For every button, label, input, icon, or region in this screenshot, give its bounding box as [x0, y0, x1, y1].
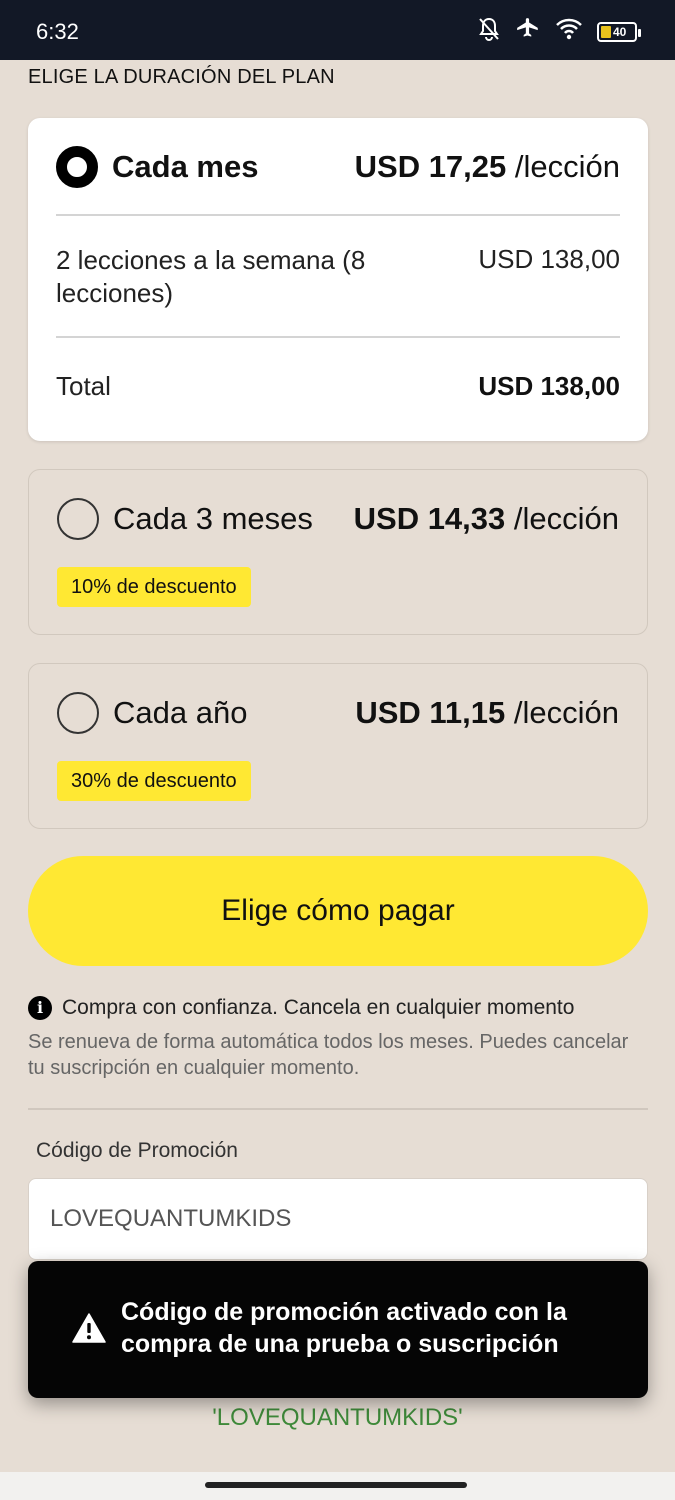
plan-detail-label: 2 lecciones a la semana (8 lecciones): [56, 245, 366, 308]
plan-price: USD 11,15 /lección: [355, 695, 619, 730]
battery-level: 40: [613, 24, 627, 39]
choose-payment-button[interactable]: Elige cómo pagar: [28, 856, 648, 966]
plan-card-yearly[interactable]: Cada año USD 11,15 /lección 30% de descu…: [28, 663, 648, 829]
plan-name: Cada mes: [112, 149, 259, 184]
plan-price: USD 17,25 /lección: [354, 149, 620, 184]
plan-card-monthly[interactable]: Cada mes USD 17,25 /lección 2 lecciones …: [28, 118, 648, 441]
warning-icon: [72, 1313, 106, 1348]
home-handle[interactable]: [205, 1482, 467, 1488]
total-value: USD 138,00: [478, 371, 620, 401]
section-title: ELIGE LA DURACIÓN DEL PLAN: [28, 66, 335, 88]
promo-code-input[interactable]: [28, 1178, 648, 1260]
navigation-bar: [0, 1472, 675, 1500]
status-bar: 6:32 40: [0, 0, 675, 60]
divider: [56, 336, 620, 338]
confidence-text: Compra con confianza. Cancela en cualqui…: [62, 996, 575, 1019]
applied-promo-code: 'LOVEQUANTUMKIDS': [212, 1404, 463, 1431]
discount-badge: 10% de descuento: [57, 567, 251, 607]
wifi-icon: [555, 17, 583, 46]
total-label: Total: [56, 371, 111, 401]
divider: [56, 214, 620, 216]
confidence-info: i Compra con confianza. Cancela en cualq…: [28, 996, 574, 1020]
discount-badge: 30% de descuento: [57, 761, 251, 801]
status-icons: 40: [477, 16, 641, 47]
plan-card-quarterly[interactable]: Cada 3 meses USD 14,33 /lección 10% de d…: [28, 469, 648, 635]
plan-price: USD 14,33 /lección: [353, 501, 619, 536]
plan-name: Cada 3 meses: [113, 501, 313, 536]
renewal-note: Se renueva de forma automática todos los…: [28, 1031, 629, 1079]
plan-detail-price: USD 138,00: [478, 244, 620, 274]
plan-name: Cada año: [113, 695, 248, 730]
radio-selected-icon[interactable]: [56, 146, 98, 188]
promo-toast: Código de promoción activado con la comp…: [28, 1261, 648, 1398]
divider: [28, 1108, 648, 1110]
toast-message: Código de promoción activado con la comp…: [121, 1298, 567, 1358]
promo-code-label: Código de Promoción: [36, 1139, 238, 1162]
bell-off-icon: [477, 16, 501, 47]
battery-icon: 40: [597, 21, 641, 42]
radio-unselected-icon[interactable]: [57, 498, 99, 540]
status-time: 6:32: [36, 19, 79, 44]
airplane-icon: [515, 16, 541, 47]
info-icon: i: [28, 996, 52, 1020]
radio-unselected-icon[interactable]: [57, 692, 99, 734]
